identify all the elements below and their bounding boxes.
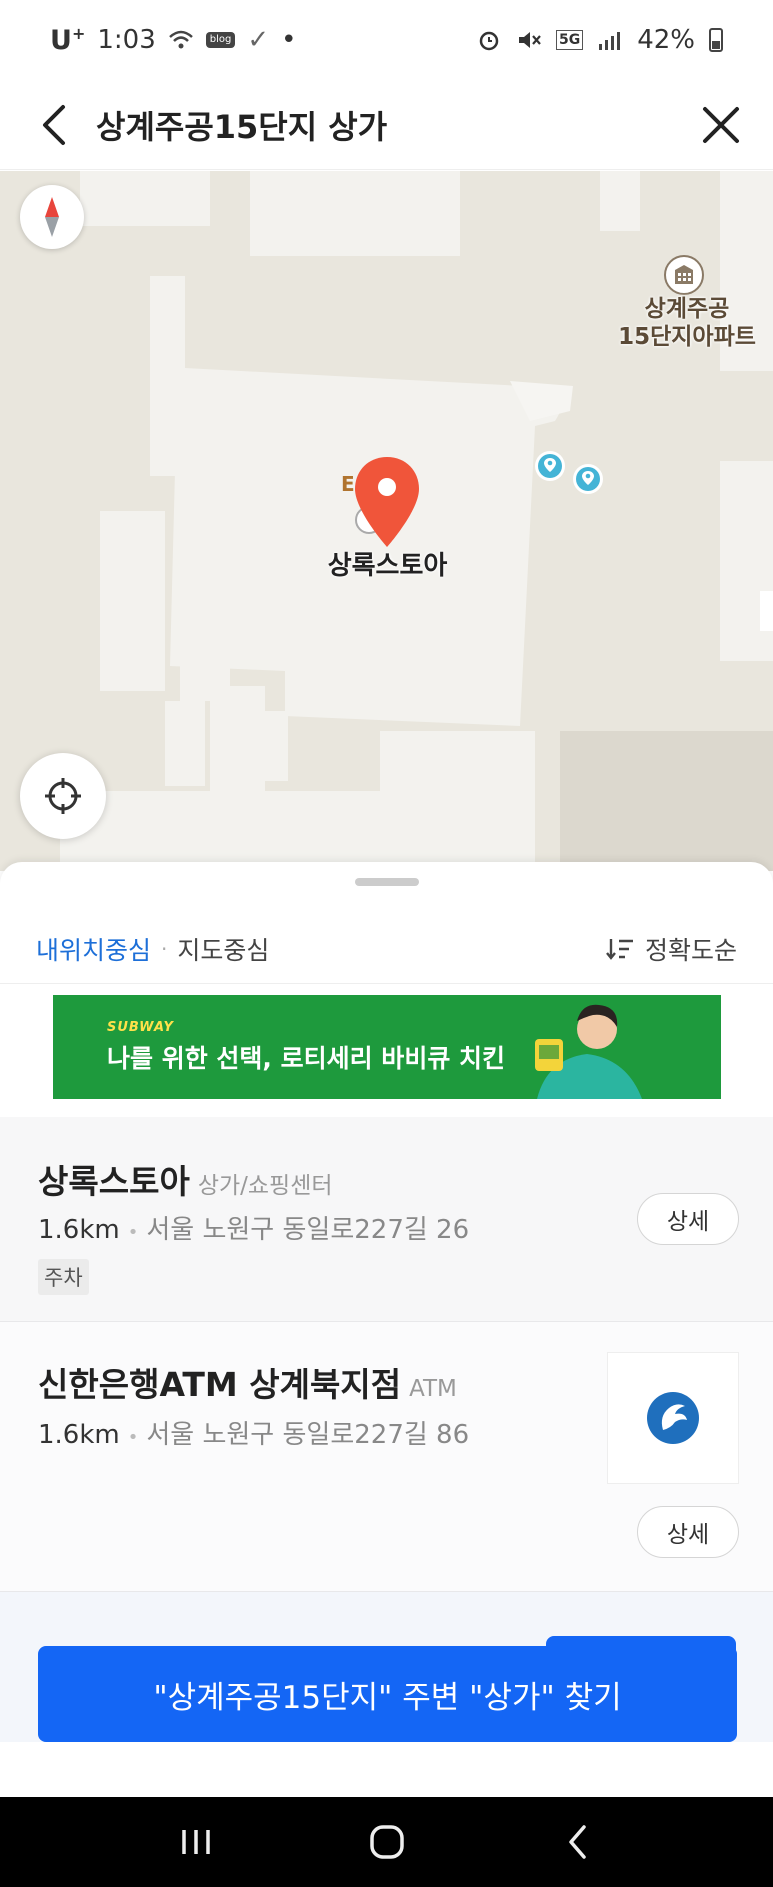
result-category: ATM	[409, 1376, 457, 1402]
result-category: 상가/쇼핑센터	[197, 1173, 333, 1199]
mute-icon	[518, 32, 541, 48]
close-icon	[703, 106, 739, 143]
battery-icon	[709, 28, 723, 52]
result-title: 상록스토아 상가/쇼핑센터	[38, 1162, 333, 1201]
compass-icon	[45, 197, 59, 237]
wifi-icon	[168, 30, 193, 49]
result-meta: 1.6km • 서울 노원구 동일로227길 86	[38, 1420, 470, 1450]
apartment-poi-label[interactable]: 상계주공 15단지아파트	[612, 295, 762, 351]
map-marker-icon[interactable]	[533, 449, 567, 483]
back-button[interactable]	[24, 95, 84, 155]
system-navigation-bar	[0, 1797, 773, 1887]
current-location-button[interactable]	[20, 753, 106, 839]
battery-percent: 42%	[637, 25, 695, 55]
chevron-left-icon	[43, 104, 65, 145]
alarm-icon	[479, 31, 499, 51]
filter-separator: ·	[161, 936, 168, 961]
sort-label: 정확도순	[644, 935, 737, 965]
network-type: 5G	[555, 30, 584, 50]
top-app-bar: 상계주공15단지 상가	[0, 80, 773, 170]
result-meta: 1.6km • 서울 노원구 동일로227길 26	[38, 1215, 470, 1245]
result-address: 서울 노원구 동일로227길 26	[146, 1215, 470, 1245]
status-bar: U+ 1:03 blog ✓ • 5G 42%	[0, 0, 773, 80]
compass-button[interactable]	[20, 185, 84, 249]
list-item[interactable]: 상록스토아 상가/쇼핑센터 1.6km • 서울 노원구 동일로227길 26 주차 …	[0, 1117, 773, 1322]
home-icon	[369, 1825, 404, 1859]
blog-icon: blog	[205, 32, 236, 48]
map-view[interactable]: 상계주공 15단지아파트 E 상록스토아	[0, 171, 773, 871]
ad-text: SUBWAY 나를 위한 선택, 로티세리 바비큐 치킨	[107, 1020, 505, 1075]
result-title: 신한은행ATM 상계북지점 ATM	[38, 1365, 457, 1404]
result-distance: 1.6km	[38, 1420, 120, 1450]
system-back-button[interactable]	[543, 1812, 613, 1872]
detail-button[interactable]: 상세	[637, 1193, 739, 1245]
status-time: 1:03	[97, 25, 156, 55]
ad-brand-logo: SUBWAY	[107, 1019, 174, 1035]
filter-map-center[interactable]: 지도중심	[177, 931, 269, 967]
sheet-drag-handle[interactable]	[355, 878, 419, 886]
check-icon: ✓	[247, 25, 270, 55]
result-address: 서울 노원구 동일로227길 86	[146, 1420, 470, 1450]
sort-icon	[606, 938, 633, 960]
selected-location-label[interactable]: 상록스토아	[300, 545, 475, 582]
ad-copy: 나를 위한 선택, 로티세리 바비큐 치킨	[107, 1043, 506, 1073]
carrier-label: U+	[50, 24, 86, 56]
home-button[interactable]	[352, 1812, 422, 1872]
ad-banner[interactable]: SUBWAY 나를 위한 선택, 로티세리 바비큐 치킨	[53, 995, 721, 1099]
result-thumbnail[interactable]	[607, 1352, 739, 1484]
map-marker-icon[interactable]	[571, 462, 605, 496]
close-button[interactable]	[691, 95, 751, 155]
results-list: 상록스토아 상가/쇼핑센터 1.6km • 서울 노원구 동일로227길 26 주차 …	[0, 1117, 773, 1592]
list-item[interactable]: 신한은행ATM 상계북지점 ATM 1.6km • 서울 노원구 동일로227길 86…	[0, 1322, 773, 1592]
filter-my-location[interactable]: 내위치중심	[36, 931, 151, 967]
signal-icon	[599, 32, 621, 50]
detail-button[interactable]: 상세	[637, 1506, 739, 1558]
dot-icon: •	[281, 25, 297, 55]
filter-row: 내위치중심 · 지도중심 정확도순	[0, 914, 773, 984]
search-nearby-button[interactable]: "상계주공15단지" 주변 "상가" 찾기	[38, 1646, 737, 1742]
recent-apps-icon	[181, 1830, 210, 1854]
building-icon	[675, 265, 693, 284]
result-distance: 1.6km	[38, 1215, 120, 1245]
recent-apps-button[interactable]	[161, 1812, 231, 1872]
sort-button[interactable]: 정확도순	[605, 931, 737, 967]
apartment-poi-icon[interactable]	[664, 255, 704, 295]
ad-person-image	[535, 1004, 642, 1099]
status-right: 5G 42%	[476, 25, 723, 55]
chevron-left-icon	[568, 1825, 586, 1859]
page-title: 상계주공15단지 상가	[96, 107, 388, 146]
parking-tag: 주차	[38, 1259, 89, 1295]
status-left: U+ 1:03 blog ✓ •	[50, 24, 296, 56]
crosshair-icon	[45, 778, 81, 814]
shinhan-logo-icon	[647, 1392, 699, 1444]
selected-location-pin-icon[interactable]	[352, 455, 422, 549]
